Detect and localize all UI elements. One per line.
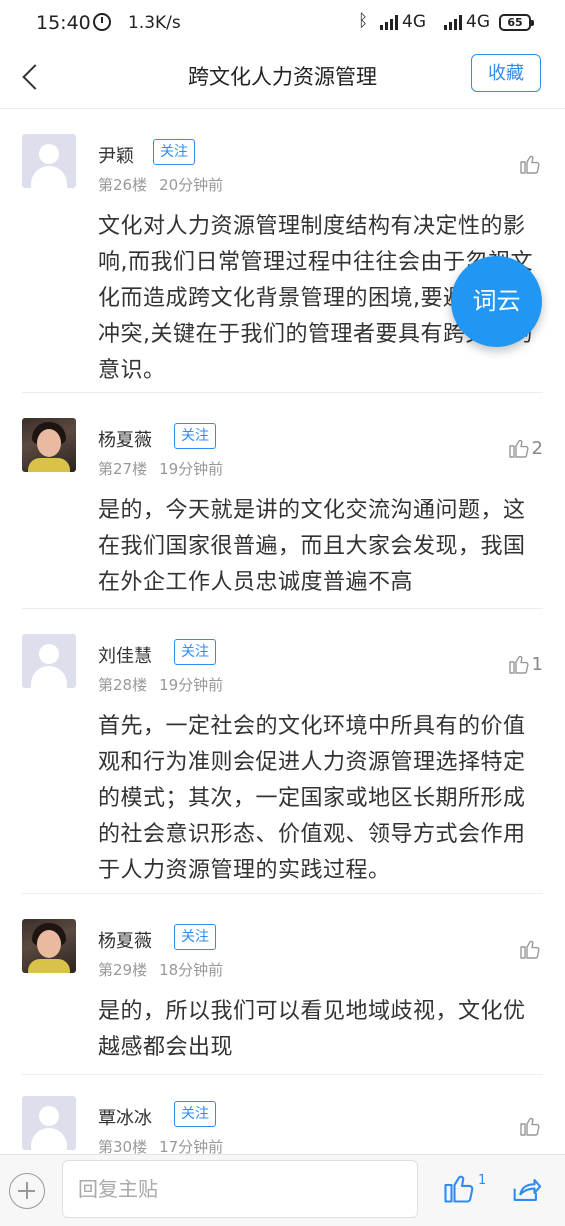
avatar[interactable] [22, 919, 76, 973]
commenter-name[interactable]: 尹颖 [98, 142, 134, 168]
like-button[interactable] [518, 936, 543, 962]
add-icon[interactable] [9, 1173, 45, 1209]
commenter-name[interactable]: 刘佳慧 [98, 642, 152, 668]
network-type-2: 4G [466, 12, 490, 32]
top-navigation-bar: 跨文化人力资源管理 收藏 [0, 46, 565, 109]
battery-icon: 65 [499, 14, 534, 31]
share-icon[interactable] [509, 1173, 545, 1209]
word-cloud-button[interactable]: 词云 [451, 256, 542, 347]
alarm-icon [93, 13, 111, 31]
avatar[interactable] [22, 634, 76, 688]
follow-button[interactable]: 关注 [174, 1101, 216, 1127]
collect-button[interactable]: 收藏 [471, 54, 541, 92]
floor-number: 第30楼 [98, 1138, 148, 1154]
like-button[interactable] [518, 151, 543, 177]
post-like-button[interactable]: 1 [441, 1170, 486, 1210]
back-arrow-icon[interactable] [20, 60, 44, 92]
commenter-name[interactable]: 杨夏薇 [98, 426, 152, 452]
comment-item: 杨夏薇 关注 第29楼 18分钟前 是的，所以我们可以看见地域歧视，文化优越感都会… [0, 894, 565, 1075]
comment-item: 尹颖 关注 第26楼 20分钟前 文化对人力资源管理制度结构有决定性的影响,而我们… [0, 109, 565, 393]
follow-button[interactable]: 关注 [174, 924, 216, 950]
comment-item: 刘佳慧 关注 第28楼 19分钟前 1 首先，一定社会的文化环境中所具有的价值观和… [0, 609, 565, 894]
thumbs-up-icon [520, 1117, 540, 1136]
floor-number: 第27楼 [98, 460, 148, 478]
like-button[interactable] [518, 1113, 543, 1139]
commenter-name[interactable]: 覃冰冰 [98, 1104, 152, 1130]
comment-content: 是的，所以我们可以看见地域歧视，文化优越感都会出现 [98, 999, 526, 1060]
avatar[interactable] [22, 418, 76, 472]
comment-meta: 第27楼 19分钟前 [98, 458, 223, 479]
post-like-count: 1 [478, 1173, 487, 1188]
bottom-reply-bar: 回复主贴 1 [0, 1154, 565, 1226]
follow-button[interactable]: 关注 [174, 423, 216, 449]
like-button[interactable]: 1 [507, 651, 543, 677]
thumbs-up-icon [508, 439, 529, 458]
comment-meta: 第26楼 20分钟前 [98, 174, 223, 195]
comment-time: 20分钟前 [159, 176, 224, 194]
comment-meta: 第29楼 18分钟前 [98, 959, 223, 980]
comment-meta: 第30楼 17分钟前 [98, 1136, 223, 1154]
comment-content: 首先，一定社会的文化环境中所具有的价值观和行为准则会促进人力资源管理选择特定的模… [98, 714, 526, 883]
floor-number: 第28楼 [98, 676, 148, 694]
commenter-name[interactable]: 杨夏薇 [98, 927, 152, 953]
like-count: 2 [531, 437, 543, 459]
status-time: 15:40 [36, 12, 91, 34]
comment-time: 19分钟前 [159, 676, 224, 694]
avatar[interactable] [22, 1096, 76, 1150]
thumbs-up-icon [444, 1175, 474, 1203]
like-button[interactable]: 2 [507, 435, 543, 461]
comment-item: 覃冰冰 关注 第30楼 17分钟前 [0, 1075, 565, 1154]
thumbs-up-icon [520, 940, 540, 959]
network-type-1: 4G [402, 12, 426, 32]
comment-time: 17分钟前 [159, 1138, 224, 1154]
thumbs-up-icon [508, 655, 529, 674]
comment-item: 杨夏薇 关注 第27楼 19分钟前 2 是的，今天就是讲的文化交流沟通问题，这在我… [0, 393, 565, 609]
comment-time: 18分钟前 [159, 961, 224, 979]
comment-time: 19分钟前 [159, 460, 224, 478]
bluetooth-icon: ᛒ [358, 11, 369, 31]
comment-meta: 第28楼 19分钟前 [98, 674, 223, 695]
thumbs-up-icon [520, 155, 540, 174]
comment-content: 是的，今天就是讲的文化交流沟通问题，这在我们国家很普遍，而且大家会发现，我国在外… [98, 498, 526, 595]
floor-number: 第26楼 [98, 176, 148, 194]
reply-input[interactable]: 回复主贴 [62, 1160, 418, 1218]
follow-button[interactable]: 关注 [174, 639, 216, 665]
status-bar: 15:40 1.3K/s ᛒ 4G 4G 65 [0, 0, 565, 46]
follow-button[interactable]: 关注 [153, 139, 195, 165]
like-count: 1 [531, 653, 543, 675]
network-speed: 1.3K/s [128, 13, 181, 33]
avatar[interactable] [22, 134, 76, 188]
floor-number: 第29楼 [98, 961, 148, 979]
